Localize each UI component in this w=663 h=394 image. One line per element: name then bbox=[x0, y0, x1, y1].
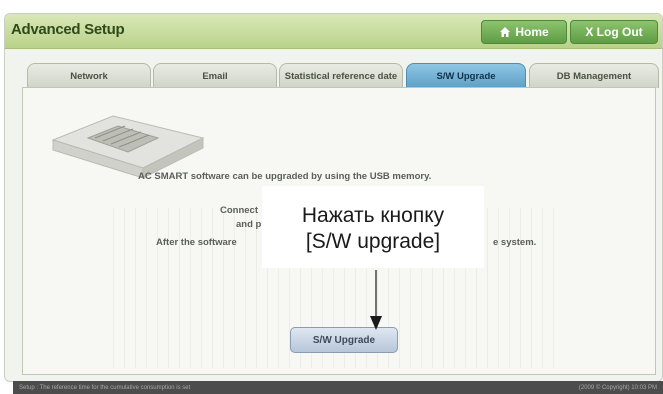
callout-line-1: Нажать кнопку bbox=[301, 204, 445, 227]
logout-label: X Log Out bbox=[585, 25, 643, 39]
home-button[interactable]: Home bbox=[481, 20, 567, 44]
callout-line-2: [S/W upgrade] bbox=[305, 230, 441, 253]
instruction-after-right: e system. bbox=[493, 237, 537, 248]
instruction-after-left: After the software bbox=[156, 237, 237, 248]
instruction-callout: Нажать кнопку [S/W upgrade] bbox=[262, 186, 484, 268]
tab-statistical-reference-date[interactable]: Statistical reference date bbox=[279, 63, 403, 88]
page-title: Advanced Setup bbox=[11, 21, 125, 38]
instruction-connect: Connect bbox=[220, 205, 258, 216]
home-icon bbox=[500, 27, 511, 37]
status-bar: Setup : The reference time for the cumul… bbox=[13, 381, 663, 394]
status-text: Setup : The reference time for the cumul… bbox=[19, 384, 191, 391]
tab-network[interactable]: Network bbox=[27, 63, 151, 88]
arrow-down-icon bbox=[370, 270, 382, 330]
status-datetime: (2009 © Copyright) 10:03 PM bbox=[578, 384, 657, 391]
info-text: AC SMART software can be upgraded by usi… bbox=[138, 171, 432, 182]
logout-button[interactable]: X Log Out bbox=[570, 20, 658, 44]
tab-email[interactable]: Email bbox=[153, 63, 277, 88]
tab-db-management[interactable]: DB Management bbox=[529, 63, 659, 88]
title-bar: Advanced Setup Home X Log Out bbox=[5, 14, 662, 49]
tab-sw-upgrade[interactable]: S/W Upgrade bbox=[406, 63, 526, 88]
home-label: Home bbox=[515, 25, 549, 39]
